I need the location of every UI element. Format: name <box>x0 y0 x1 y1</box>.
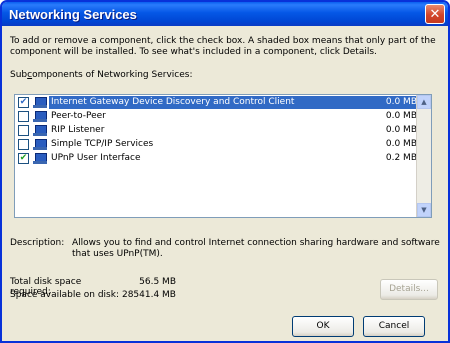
instructions-text: To add or remove a component, click the … <box>10 36 436 57</box>
list-item[interactable]: RIP Listener 0.0 MB <box>15 123 431 137</box>
title-bar[interactable]: Networking Services <box>2 2 448 26</box>
list-item[interactable]: Simple TCP/IP Services 0.0 MB <box>15 137 431 151</box>
description-text: Allows you to find and control Internet … <box>72 238 440 259</box>
list-scrollbar[interactable]: ▲ ▼ <box>416 95 431 217</box>
dialog-content: To add or remove a component, click the … <box>10 36 440 218</box>
component-name: UPnP User Interface <box>51 152 141 163</box>
subcomponents-label: Subcomponents of Networking Services: <box>10 70 440 80</box>
component-name: RIP Listener <box>51 124 105 135</box>
check-icon: ✔ <box>19 96 28 107</box>
checkbox[interactable]: ✔ <box>18 96 29 108</box>
scroll-down-icon: ▼ <box>421 206 427 214</box>
network-component-icon <box>33 96 47 108</box>
list-item[interactable]: ✔ Internet Gateway Device Discovery and … <box>15 95 431 109</box>
network-component-icon <box>33 152 47 164</box>
networking-services-dialog: Networking Services ✕ To add or remove a… <box>0 0 450 343</box>
checkbox[interactable] <box>18 138 29 150</box>
checkbox[interactable] <box>18 124 29 136</box>
description-label: Description: <box>10 238 65 248</box>
close-icon: ✕ <box>429 7 441 22</box>
subcomponents-label-prefix: Sub <box>10 70 28 80</box>
subcomponents-list[interactable]: ✔ Internet Gateway Device Discovery and … <box>14 94 432 218</box>
list-item-label: RIP Listener 0.0 MB <box>49 124 431 137</box>
subcomponents-label-rest: omponents of Networking Services: <box>32 70 193 80</box>
list-item[interactable]: Peer-to-Peer 0.0 MB <box>15 109 431 123</box>
available-disk-value: 28541.4 MB <box>121 290 176 300</box>
component-name: Simple TCP/IP Services <box>51 138 154 149</box>
scroll-up-button[interactable]: ▲ <box>417 95 431 109</box>
description-section: Description: Allows you to find and cont… <box>10 238 440 260</box>
details-button[interactable]: Details... <box>380 279 438 300</box>
list-item-label: UPnP User Interface 0.2 MB <box>49 152 431 165</box>
checkbox[interactable] <box>18 110 29 122</box>
close-button[interactable]: ✕ <box>425 4 445 24</box>
component-name: Peer-to-Peer <box>51 110 106 121</box>
ok-button[interactable]: OK <box>292 316 354 337</box>
available-disk-space: Space available on disk: 28541.4 MB <box>10 290 176 300</box>
network-component-icon <box>33 110 47 122</box>
available-disk-label: Space available on disk: <box>10 290 119 300</box>
list-item[interactable]: ✔ UPnP User Interface 0.2 MB <box>15 151 431 165</box>
window-title: Networking Services <box>9 6 137 22</box>
check-icon: ✔ <box>19 152 28 163</box>
network-component-icon <box>33 138 47 150</box>
scroll-down-button[interactable]: ▼ <box>417 203 431 217</box>
checkbox[interactable]: ✔ <box>18 152 29 164</box>
list-item-label: Internet Gateway Device Discovery and Co… <box>49 95 431 109</box>
scroll-up-icon: ▲ <box>421 98 427 106</box>
component-name: Internet Gateway Device Discovery and Co… <box>51 96 295 107</box>
cancel-button[interactable]: Cancel <box>363 316 425 337</box>
network-component-icon <box>33 124 47 136</box>
list-item-label: Peer-to-Peer 0.0 MB <box>49 110 431 123</box>
list-item-label: Simple TCP/IP Services 0.0 MB <box>49 138 431 151</box>
